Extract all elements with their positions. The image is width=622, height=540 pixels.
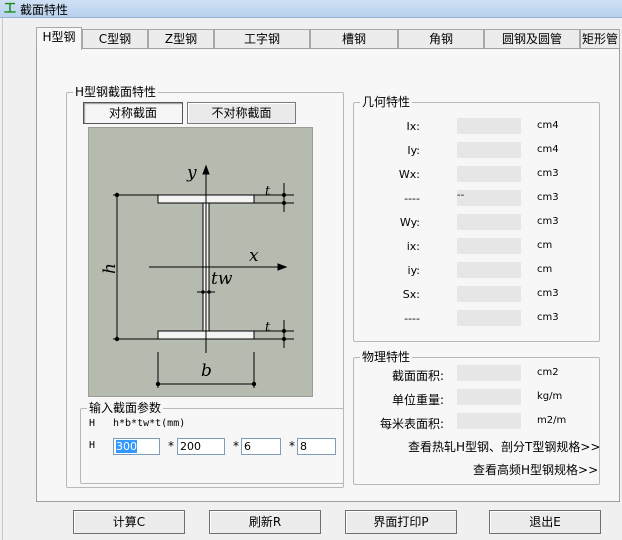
tw-label: tw xyxy=(211,269,233,289)
x-axis-label: x xyxy=(249,246,259,266)
wx-unit: cm3 xyxy=(537,168,559,179)
area-value xyxy=(457,365,521,381)
dash-unit: cm3 xyxy=(537,192,559,203)
exit-button[interactable]: 退出E xyxy=(489,510,601,534)
app-icon: 工 xyxy=(4,1,17,15)
dash-label: ---- xyxy=(404,192,420,205)
h-section-drawing: y x b tw t t h xyxy=(100,163,294,388)
b-label: b xyxy=(201,361,212,381)
weight-value xyxy=(457,389,521,405)
times-sign: * xyxy=(289,439,295,453)
formula-label: h*b*tw*t(mm) xyxy=(113,418,186,429)
wx-label: Wx: xyxy=(398,168,420,181)
height-input[interactable]: 300 xyxy=(113,438,160,455)
ix-radius-label: ix: xyxy=(406,240,420,253)
row-prefix: H xyxy=(89,440,96,451)
ix-unit: cm4 xyxy=(537,120,559,131)
h-label: h xyxy=(100,263,120,274)
wy-unit: cm3 xyxy=(537,216,559,227)
tab-rect-tube[interactable]: 矩形管 xyxy=(580,29,620,49)
sx-unit: cm3 xyxy=(537,288,559,299)
iy-radius-unit: cm xyxy=(537,264,553,275)
tab-i-beam[interactable]: 工字钢 xyxy=(214,29,310,49)
section-group-legend: H型钢截面特性 xyxy=(75,85,157,99)
sx-label: Sx: xyxy=(402,288,420,301)
refresh-button[interactable]: 刷新R xyxy=(209,510,321,534)
asymmetric-section-button[interactable]: 不对称截面 xyxy=(187,102,296,124)
area-label: 截面面积: xyxy=(391,369,444,383)
weight-label: 单位重量: xyxy=(391,393,444,407)
symmetric-section-button[interactable]: 对称截面 xyxy=(83,102,183,124)
iy-radius-value xyxy=(457,262,521,278)
tab-channel[interactable]: 槽钢 xyxy=(310,29,398,49)
web-thickness-input[interactable]: 6 xyxy=(241,438,281,455)
ix-label: Ix: xyxy=(406,120,420,133)
input-params-legend: 输入截面参数 xyxy=(89,401,162,415)
tab-angle[interactable]: 角钢 xyxy=(398,29,484,49)
high-frequency-spec-link[interactable]: 查看高频H型钢规格>> xyxy=(473,461,598,478)
iy-radius-label: iy: xyxy=(407,264,420,277)
hot-rolled-spec-link[interactable]: 查看热轧H型钢、剖分T型钢规格>> xyxy=(408,438,600,455)
height-value: 300 xyxy=(116,440,137,453)
iy-unit: cm4 xyxy=(537,144,559,155)
t-top-label: t xyxy=(265,184,271,199)
geometry-legend: 几何特性 xyxy=(362,95,411,109)
times-sign: * xyxy=(233,439,239,453)
width-input[interactable]: 200 xyxy=(177,438,225,455)
tab-c-steel[interactable]: C型钢 xyxy=(82,29,148,49)
tab-round[interactable]: 圆钢及圆管 xyxy=(484,29,580,49)
dash-value: -- xyxy=(457,190,521,206)
ix-value xyxy=(457,118,521,134)
tab-z-steel[interactable]: Z型钢 xyxy=(148,29,214,49)
tab-h-steel[interactable]: H型钢 xyxy=(36,27,82,50)
dash-value-text: -- xyxy=(457,190,465,201)
times-sign: * xyxy=(168,439,174,453)
flange-thickness-input[interactable]: 8 xyxy=(297,438,336,455)
formula-prefix: H xyxy=(89,418,96,429)
ix-radius-value xyxy=(457,238,521,254)
iy-label: Iy: xyxy=(407,144,420,157)
iy-value xyxy=(457,142,521,158)
sx-value xyxy=(457,286,521,302)
surface-value xyxy=(457,413,521,429)
weight-unit: kg/m xyxy=(537,391,563,402)
ix-radius-unit: cm xyxy=(537,240,553,251)
surface-unit: m2/m xyxy=(537,415,567,426)
dash2-value xyxy=(457,310,521,326)
calculate-button[interactable]: 计算C xyxy=(73,510,185,534)
section-diagram: y x b tw t t h xyxy=(88,127,313,397)
window-title: 截面特性 xyxy=(20,3,69,17)
surface-label: 每米表面积: xyxy=(379,417,444,431)
wy-value xyxy=(457,214,521,230)
wx-value xyxy=(457,166,521,182)
t-bottom-label: t xyxy=(265,320,271,335)
wy-label: Wy: xyxy=(399,216,420,229)
area-unit: cm2 xyxy=(537,367,559,378)
dash2-unit: cm3 xyxy=(537,312,559,323)
dash2-label: ---- xyxy=(404,312,420,325)
y-axis-label: y xyxy=(186,163,197,183)
print-button[interactable]: 界面打印P xyxy=(345,510,457,534)
physical-legend: 物理特性 xyxy=(362,350,411,364)
title-bar: 工 截面特性 xyxy=(0,0,622,18)
